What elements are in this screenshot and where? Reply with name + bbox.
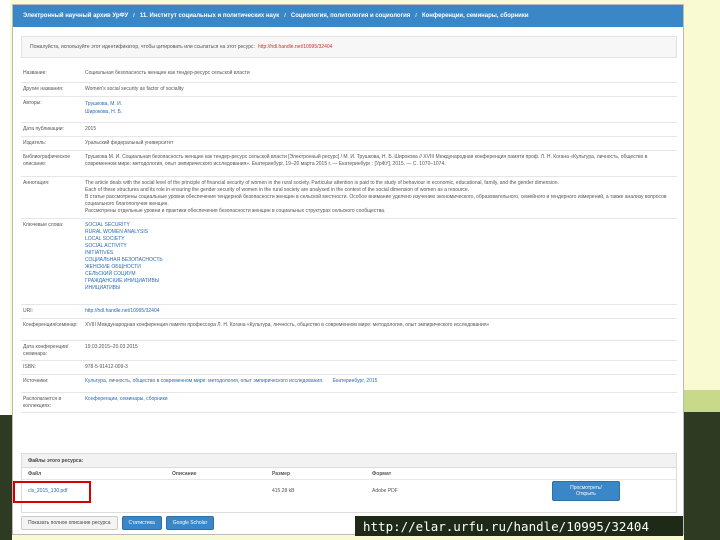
meta-row-alt-title: Другие названия: Women's social security… <box>21 83 677 97</box>
citation-notice-text: Пожалуйста, используйте этот идентификат… <box>30 44 255 50</box>
meta-row-citation: Библиографическое описание: Трушкова М. … <box>21 151 677 177</box>
meta-value: The article deals with the social level … <box>83 177 677 218</box>
meta-row-sources: Источники: Культура, личность, общество … <box>21 375 677 393</box>
citation-link[interactable]: http://hdl.handle.net/10995/32404 <box>258 44 333 50</box>
meta-label: Источники: <box>23 378 49 384</box>
meta-row-title: Название: Социальная безопасность женщин… <box>21 67 677 83</box>
meta-value: XVIII Международная конференция памяти п… <box>85 322 490 328</box>
meta-label: Библиографическое описание: <box>23 154 71 167</box>
show-full-record-button[interactable]: Показать полное описание ресурса <box>21 516 118 530</box>
author-link[interactable]: Трушкова, М. И. <box>85 100 675 108</box>
col-format: Формат <box>372 470 392 477</box>
bottom-actions: Показать полное описание ресурса Статист… <box>21 516 215 530</box>
meta-row-publisher: Издатель: Уральский федеральный универси… <box>21 137 677 151</box>
meta-value: Уральский федеральный университет <box>85 140 174 146</box>
meta-label: Издатель: <box>23 140 47 146</box>
keyword-link[interactable]: ИНИЦИАТИВЫ <box>85 285 675 292</box>
breadcrumb: Электронный научный архив УрФУ / 11. Инс… <box>13 5 683 27</box>
meta-row-keywords: Ключевые слова: SOCIAL SECURITY RURAL WO… <box>21 219 677 305</box>
source-link[interactable]: Культура, личность, общество в современн… <box>85 378 323 384</box>
keyword-link[interactable]: INITIATIVES <box>85 250 675 257</box>
meta-row-authors: Авторы: Трушкова, М. И. Широкова, Н. Б. <box>21 97 677 123</box>
google-scholar-button[interactable]: Google Scholar <box>165 516 215 530</box>
meta-row-conference: Конференция/семинар: XVIII Международная… <box>21 319 677 341</box>
keyword-link[interactable]: SOCIAL ACTIVITY <box>85 243 675 250</box>
keyword-link[interactable]: СОЦИАЛЬНАЯ БЕЗОПАСНОСТЬ <box>85 257 675 264</box>
highlight-box <box>13 481 91 503</box>
meta-value: 978-5-91412-009-3 <box>85 364 128 370</box>
meta-label: Авторы: <box>23 100 42 106</box>
meta-value: Социальная безопасность женщин как тенде… <box>85 70 250 76</box>
slide-dark-band <box>684 412 720 540</box>
view-open-button[interactable]: Просмотреть/Открыть <box>552 481 620 501</box>
keyword-link[interactable]: ЖЕНСКИЕ ОБЩНОСТИ <box>85 264 675 271</box>
keyword-link[interactable]: СЕЛЬСКИЙ СОЦИУМ <box>85 271 675 278</box>
collection-link[interactable]: Конференции, семинары, сборники <box>85 396 168 402</box>
meta-label: Конференция/семинар: <box>23 322 78 328</box>
files-panel: Файлы этого ресурса: Файл Описание Разме… <box>21 453 677 513</box>
meta-label: Ключевые слова: <box>23 222 64 228</box>
meta-label: Дата конференции/семинара: <box>23 344 69 357</box>
breadcrumb-item-1[interactable]: 11. Институт социальных и политических н… <box>140 13 279 19</box>
meta-row-abstract: Аннотация: The article deals with the so… <box>21 177 677 219</box>
breadcrumb-item-0[interactable]: Электронный научный архив УрФУ <box>23 13 128 19</box>
meta-value: Конференции, семинары, сборники <box>83 393 677 412</box>
meta-row-collections: Располагается в коллекциях: Конференции,… <box>21 393 677 413</box>
repository-screenshot: Электронный научный архив УрФУ / 11. Инс… <box>12 4 684 535</box>
files-header-row: Файл Описание Размер Формат <box>22 468 676 480</box>
meta-label: URI: <box>23 308 33 314</box>
citation-notice: Пожалуйста, используйте этот идентификат… <box>21 36 677 58</box>
file-row: cls_2015_130.pdf 415.28 kB Adobe PDF Про… <box>22 480 676 502</box>
meta-label: Аннотация: <box>23 180 50 186</box>
meta-value: Трушкова М. И. Социальная безопасность ж… <box>85 154 648 167</box>
source-extra-link[interactable]: Екатеринбург, 2015 <box>333 378 378 384</box>
meta-row-conference-date: Дата конференции/семинара: 19.03.2015–20… <box>21 341 677 361</box>
uri-link[interactable]: http://hdl.handle.net/10995/32404 <box>85 308 160 314</box>
meta-value: SOCIAL SECURITY RURAL WOMEN ANALYSIS LOC… <box>83 219 677 304</box>
col-size: Размер <box>272 470 291 477</box>
meta-label: Располагается в коллекциях: <box>23 396 62 409</box>
keyword-link[interactable]: SOCIAL SECURITY <box>85 222 675 229</box>
files-heading: Файлы этого ресурса: <box>22 454 676 468</box>
statistics-button[interactable]: Статистика <box>121 516 162 530</box>
meta-row-isbn: ISBN: 978-5-91412-009-3 <box>21 361 677 375</box>
meta-label: Дата публикации: <box>23 126 64 132</box>
abstract-paragraph: Each of these structures and its role in… <box>85 187 470 193</box>
col-file: Файл <box>28 470 42 477</box>
keyword-link[interactable]: LOCAL SOCIETY <box>85 236 675 243</box>
abstract-paragraph: Рассмотрены отдельные уровни и практики … <box>85 208 386 214</box>
metadata-table: Название: Социальная безопасность женщин… <box>21 67 677 413</box>
breadcrumb-separator: / <box>133 13 135 19</box>
meta-value: Трушкова, М. И. Широкова, Н. Б. <box>83 97 677 122</box>
breadcrumb-separator: / <box>284 13 286 19</box>
meta-label: Другие названия: <box>23 86 64 92</box>
breadcrumb-item-3[interactable]: Конференции, семинары, сборники <box>422 13 529 19</box>
col-description: Описание <box>172 470 197 477</box>
url-caption: http://elar.urfu.ru/handle/10995/32404 <box>355 516 683 536</box>
meta-label: Название: <box>23 70 47 76</box>
slide-bottom-left-band <box>0 415 12 540</box>
meta-value: 19.03.2015–20.03.2015 <box>85 344 138 350</box>
author-link[interactable]: Широкова, Н. Б. <box>85 108 675 116</box>
abstract-paragraph: В статье рассмотрены социальные уровни о… <box>85 194 667 207</box>
meta-row-date: Дата публикации: 2015 <box>21 123 677 137</box>
meta-value: Культура, личность, общество в современн… <box>83 375 677 392</box>
breadcrumb-item-2[interactable]: Социология, политология и социология <box>291 13 410 19</box>
file-size: 415.28 kB <box>272 488 295 494</box>
meta-value: http://hdl.handle.net/10995/32404 <box>83 305 677 318</box>
meta-label: ISBN: <box>23 364 37 370</box>
keyword-link[interactable]: RURAL WOMEN ANALYSIS <box>85 229 675 236</box>
breadcrumb-separator: / <box>415 13 417 19</box>
abstract-paragraph: The article deals with the social level … <box>85 180 559 186</box>
slide-right-panel <box>684 0 720 390</box>
keyword-link[interactable]: ГРАЖДАНСКИЕ ИНИЦИАТИВЫ <box>85 278 675 285</box>
meta-row-uri: URI: http://hdl.handle.net/10995/32404 <box>21 305 677 319</box>
file-format: Adobe PDF <box>372 488 398 494</box>
meta-value: 2015 <box>85 126 97 132</box>
meta-value: Women's social security as factor of soc… <box>85 86 184 92</box>
slide-accent-band <box>684 390 720 412</box>
